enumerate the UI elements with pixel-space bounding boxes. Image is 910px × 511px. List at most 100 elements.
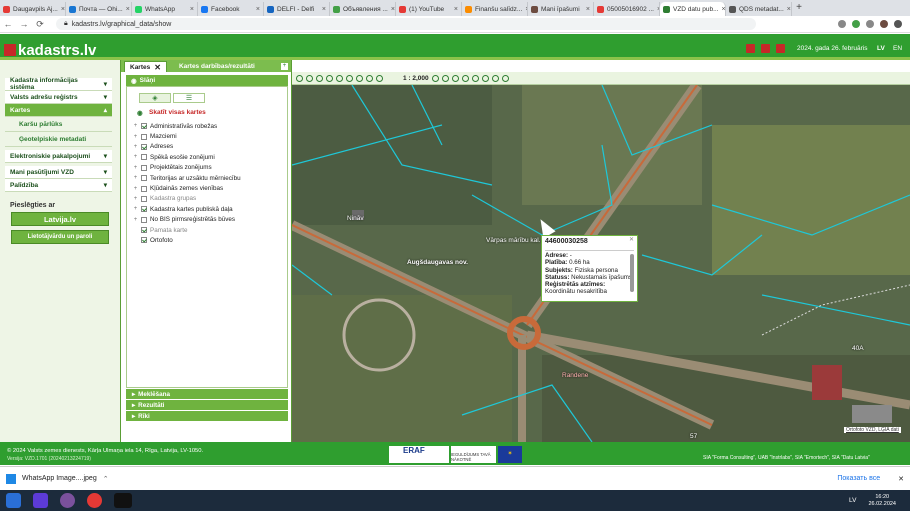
lang-lv-link[interactable]: LV (877, 45, 885, 52)
zoom-in-icon[interactable] (296, 74, 303, 82)
expand-icon[interactable]: + (133, 165, 138, 171)
zoom-out-icon[interactable] (306, 74, 313, 82)
url-field[interactable]: 🔒︎ kadastrs.lv/graphical_data/show (56, 18, 756, 30)
layer-checkbox[interactable] (141, 154, 147, 161)
download-file-name[interactable]: WhatsApp Image....jpeg (22, 475, 97, 482)
layer-checkbox[interactable] (141, 175, 147, 182)
close-icon[interactable]: × (391, 6, 395, 13)
redo-icon[interactable] (346, 74, 353, 82)
layer-checkbox[interactable] (141, 133, 147, 140)
lang-en-link[interactable]: EN (893, 45, 902, 52)
expand-icon[interactable]: + (133, 144, 138, 150)
browser-tab[interactable]: Mani īpašumi × (528, 2, 594, 16)
extension-icon[interactable] (838, 20, 846, 28)
youtube-icon[interactable] (746, 44, 755, 53)
new-tab-button[interactable]: + (792, 2, 806, 16)
layer-checkbox[interactable] (141, 206, 147, 213)
close-icon[interactable]: × (322, 6, 326, 13)
clock[interactable]: 16:20 26.02.2024 (868, 494, 896, 508)
browser-tab[interactable]: 05005016902 ...× (594, 2, 660, 16)
sidebar-item[interactable]: Valsts adrešu reģistrs ▾ (5, 91, 112, 104)
expand-icon[interactable]: + (133, 196, 138, 202)
accordion-section[interactable]: ▸ Rezultāti (126, 400, 288, 410)
sidebar-item[interactable]: Kartes ▴ (5, 104, 112, 117)
expand-icon[interactable]: + (133, 217, 138, 223)
expand-icon[interactable]: + (133, 134, 138, 140)
site-logo[interactable]: kadastrs.lv (4, 42, 96, 59)
measure-icon[interactable] (376, 74, 383, 82)
back-icon[interactable]: ← (0, 19, 16, 29)
forward-icon[interactable]: → (16, 19, 32, 29)
browser-tab[interactable]: Почта — Ohi... × (66, 2, 132, 16)
facebook-icon[interactable] (761, 44, 770, 53)
windows-start-icon[interactable] (6, 493, 21, 508)
chevron-up-icon[interactable]: ⌃ (103, 475, 109, 483)
expand-icon[interactable]: + (133, 206, 138, 212)
expand-icon[interactable]: + (133, 186, 138, 192)
select-icon[interactable] (451, 74, 459, 82)
expand-panel-icon[interactable]: + (281, 62, 288, 70)
scale-arrow-icon[interactable] (431, 74, 439, 82)
close-icon[interactable]: × (787, 6, 791, 13)
show-all-downloads-link[interactable]: Показать все (837, 475, 880, 482)
browser-tab[interactable]: Daugavpils Aj... × (0, 2, 66, 16)
expand-icon[interactable]: + (133, 175, 138, 181)
layers-switch-icon[interactable] (481, 74, 489, 82)
share-icon[interactable] (501, 74, 509, 82)
twitter-icon[interactable] (776, 44, 785, 53)
close-icon[interactable]: × (454, 6, 458, 13)
print-icon[interactable] (441, 74, 449, 82)
close-icon[interactable]: × (126, 6, 130, 13)
layer-checkbox[interactable] (141, 195, 147, 202)
expand-icon[interactable]: + (133, 123, 138, 129)
login-password-button[interactable]: Lietotājvārdu un paroli (11, 230, 109, 244)
keyboard-language[interactable]: LV (849, 497, 856, 504)
search-map-icon[interactable] (471, 74, 479, 82)
map-scale[interactable]: 1 : 2,000 (403, 75, 429, 82)
zoom-previous-icon[interactable] (326, 74, 333, 82)
layers-view-tab[interactable]: ◈ (139, 93, 171, 103)
layer-checkbox[interactable] (141, 227, 147, 234)
info-icon[interactable] (461, 74, 469, 82)
viber-icon[interactable] (60, 493, 75, 508)
chrome-icon[interactable] (87, 493, 102, 508)
browser-tab[interactable]: Finanšu salīdz...× (462, 2, 528, 16)
extension-icon[interactable] (852, 20, 860, 28)
layers-header[interactable]: ◉ Slāņi (126, 75, 288, 86)
layer-checkbox[interactable] (141, 123, 147, 130)
link-icon[interactable] (491, 74, 499, 82)
layer-checkbox[interactable] (141, 185, 147, 192)
reload-icon[interactable]: ⟳ (32, 19, 48, 30)
close-icon[interactable]: × (256, 6, 260, 13)
close-icon[interactable]: ✕ (629, 237, 634, 244)
undo-icon[interactable] (336, 74, 343, 82)
close-icon[interactable]: × (61, 6, 65, 13)
close-icon[interactable]: ✕ (898, 475, 904, 483)
tab-kartes[interactable]: Kartes ✕ (124, 61, 167, 72)
close-icon[interactable]: × (722, 6, 725, 13)
browser-tab[interactable]: VZD datu pub... × (660, 2, 726, 16)
sidebar-item[interactable]: Kadastra informācijas sistēma ▾ (5, 77, 112, 91)
close-icon[interactable]: ✕ (154, 63, 161, 72)
zoom-box-icon[interactable] (366, 74, 373, 82)
media-player-icon[interactable] (33, 493, 48, 508)
menu-dots-icon[interactable] (894, 20, 902, 28)
browser-tab[interactable]: Объявления ... × (330, 2, 396, 16)
login-latvija-button[interactable]: Latvija.lv (11, 212, 109, 226)
zoom-extent-icon[interactable] (316, 74, 323, 82)
accordion-section[interactable]: ▸ Meklēšana (126, 389, 288, 399)
browser-tab[interactable]: Facebook × (198, 2, 264, 16)
expand-icon[interactable]: + (133, 154, 138, 160)
sidebar-item[interactable]: Mani pasūtījumi VZD ▾ (5, 166, 112, 179)
accordion-section[interactable]: ▸ Rīki (126, 411, 288, 421)
browser-tab[interactable]: DELFI - Delfi × (264, 2, 330, 16)
legend-view-tab[interactable]: ☰ (173, 93, 205, 103)
sidebar-item[interactable]: Palīdzība ▾ (5, 179, 112, 192)
pan-icon[interactable] (356, 74, 363, 82)
extension-icon[interactable] (866, 20, 874, 28)
layer-checkbox[interactable] (141, 164, 147, 171)
layer-checkbox[interactable] (141, 237, 147, 244)
popup-scrollbar[interactable] (630, 254, 634, 292)
close-icon[interactable]: × (190, 6, 194, 13)
view-all-maps-link[interactable]: ◉ Skatīt visas kartes (127, 103, 287, 118)
